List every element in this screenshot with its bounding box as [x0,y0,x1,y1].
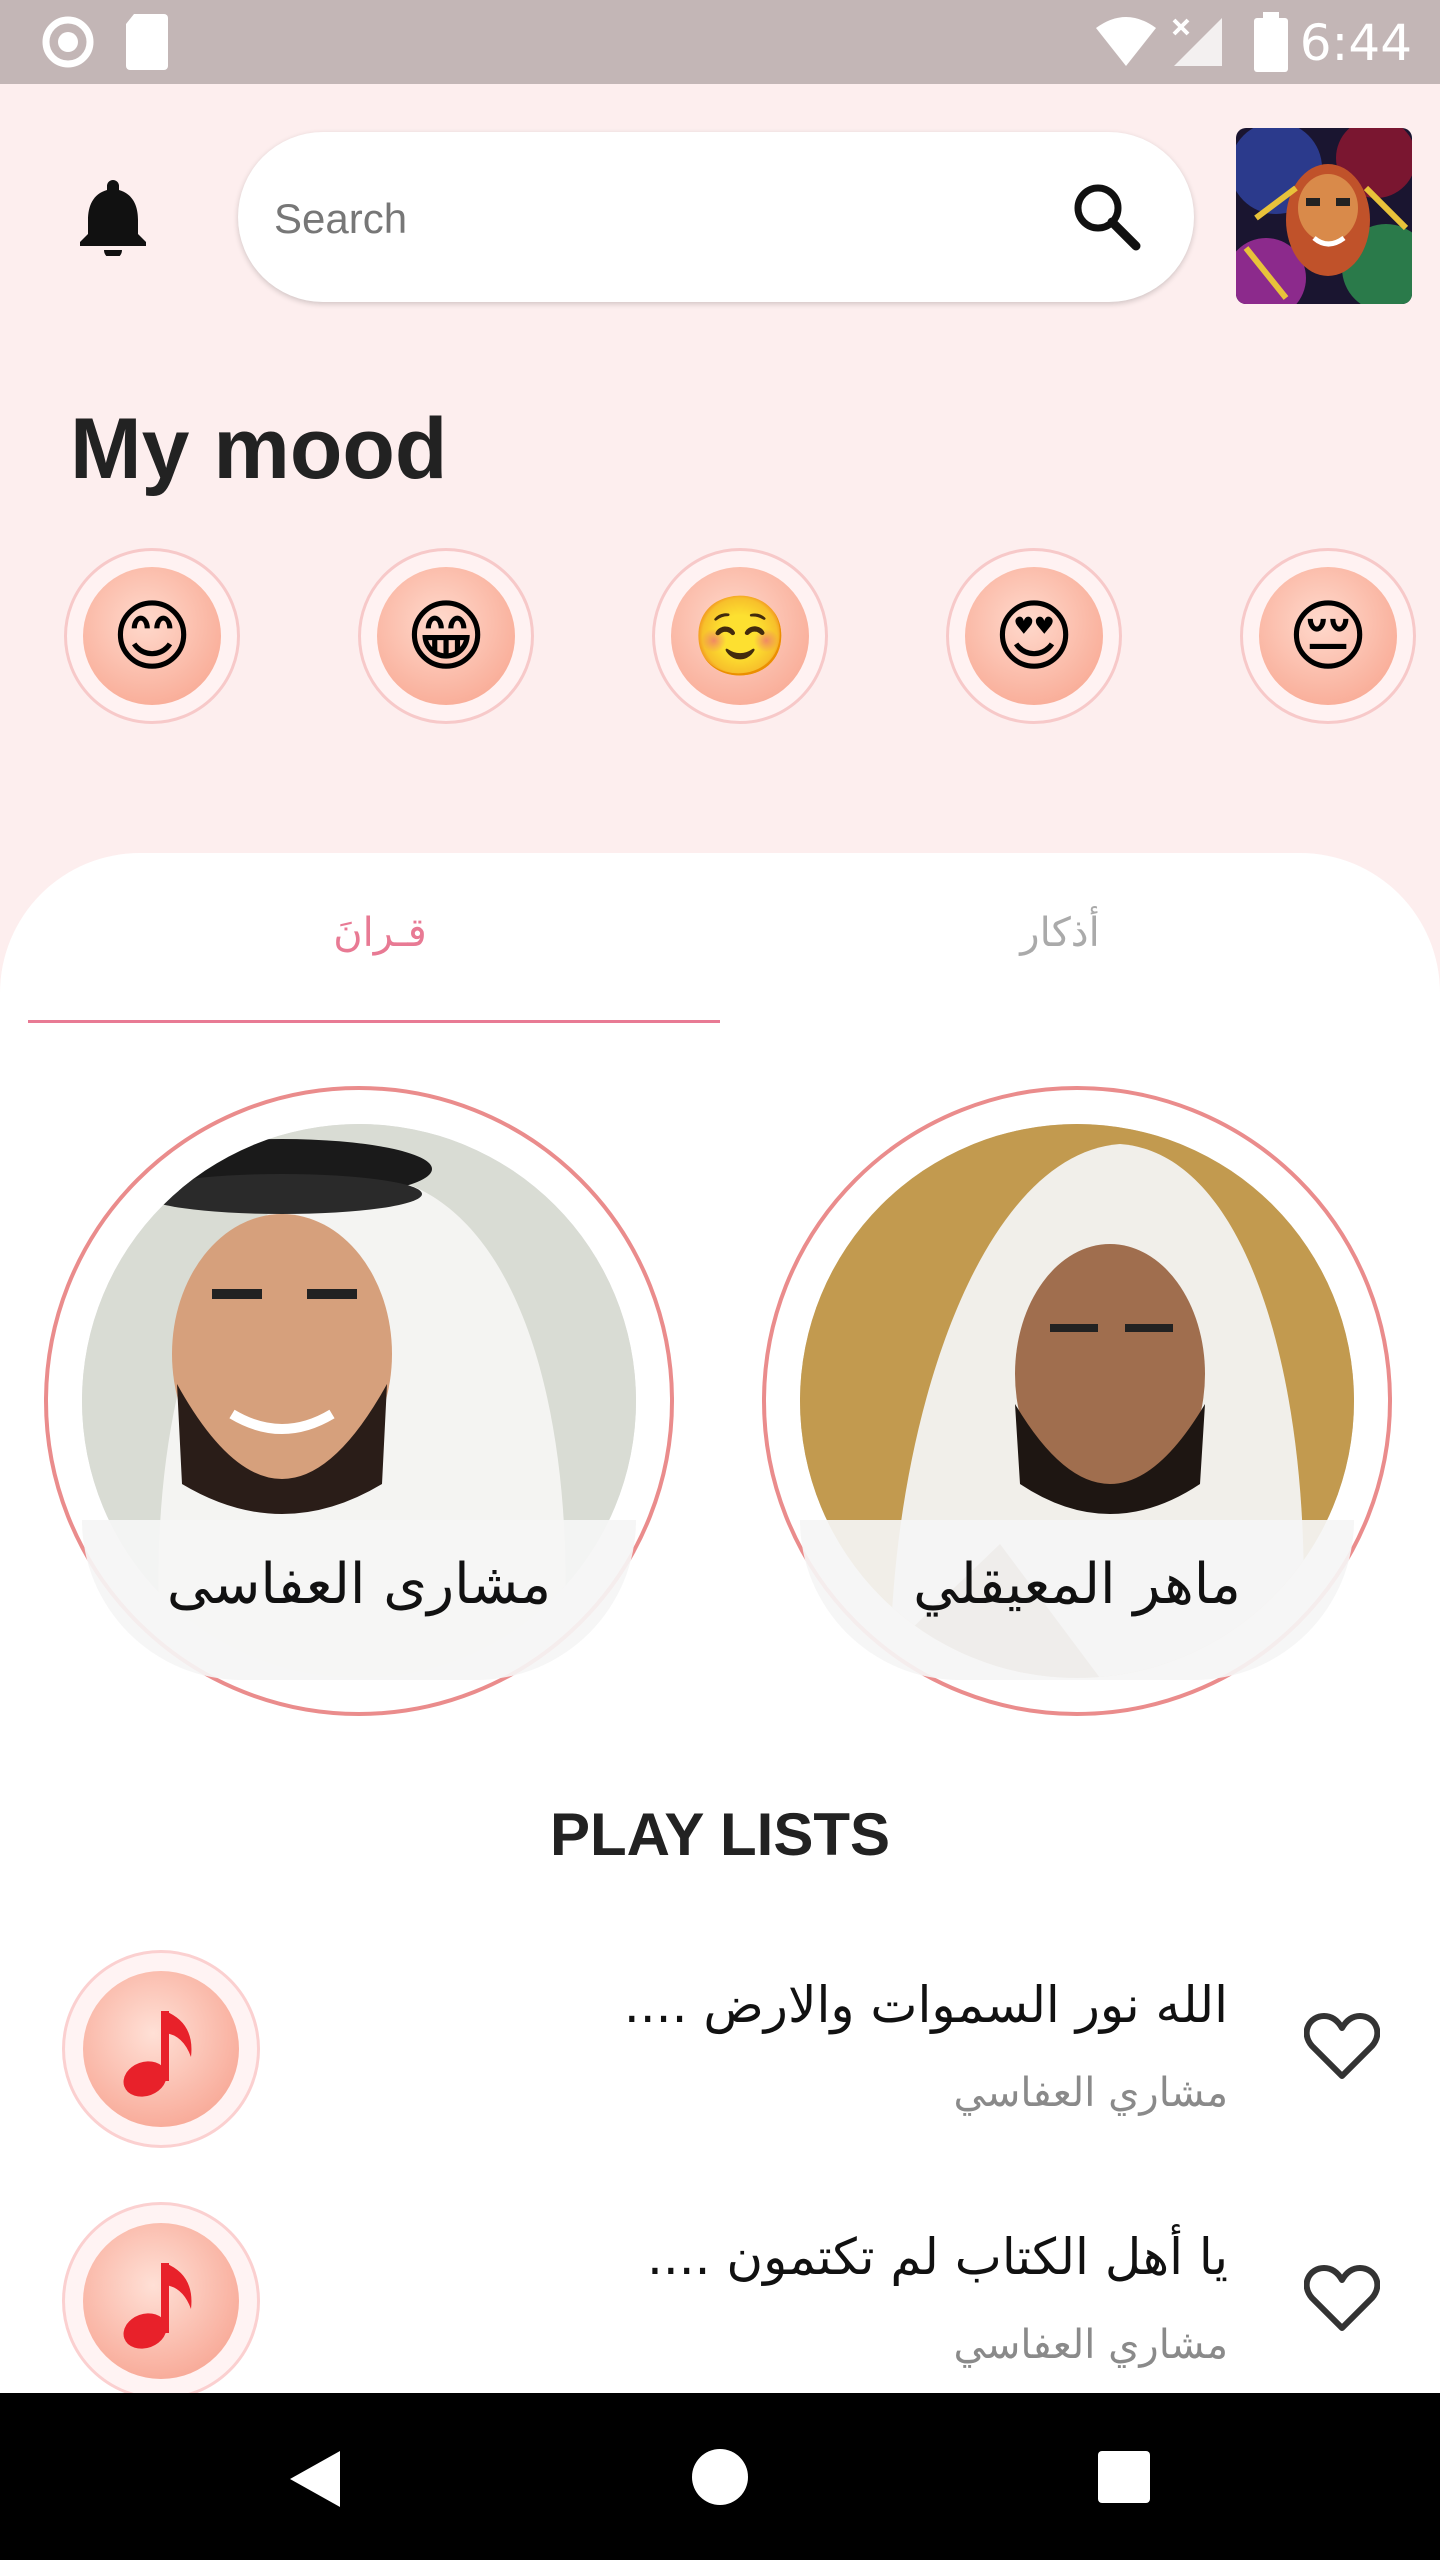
mood-content-button[interactable]: ☺️ [652,548,828,724]
search-icon[interactable] [1070,180,1144,254]
no-signal-icon [1172,18,1222,66]
mood-emoji: 😊 [111,592,193,680]
playlist-item-reciter: مشاري العفاسي [953,2070,1228,2116]
mood-love-button[interactable]: 😍 [946,548,1122,724]
avatar-artwork [1236,128,1412,304]
mood-sad-button[interactable]: 😔 [1240,548,1416,724]
mood-title: My mood [70,401,448,497]
status-time: 6:44 [1299,14,1412,72]
battery-icon [1254,12,1288,72]
profile-avatar[interactable] [1236,128,1412,304]
tab-quran[interactable]: قـرانَ [260,910,500,956]
navigation-bar [0,2393,1440,2560]
playlist-item-title[interactable]: يا أهل الكتاب لم تكتمون .... [647,2228,1228,2286]
mood-emoji: 😍 [993,592,1075,680]
sd-card-icon [126,14,168,70]
search-input[interactable] [272,182,1056,256]
sync-icon [42,16,94,68]
playlists-title: PLAY LISTS [549,1801,891,1868]
music-note-icon [123,2263,192,2349]
search-bar[interactable] [238,132,1194,302]
tab-indicator [28,1020,720,1023]
notification-bell-icon[interactable] [78,176,148,256]
reciter-name: مشارى العفاسى [82,1520,636,1680]
home-icon[interactable] [690,2447,750,2507]
favorite-heart-icon[interactable] [1304,2264,1380,2334]
recents-icon[interactable] [1096,2449,1152,2505]
tab-azkar[interactable]: أذكار [960,910,1160,956]
status-bar: 6:44 [0,0,1440,84]
playlist-item-title[interactable]: الله نور السموات والارض .... [624,1976,1228,2034]
music-note-icon [123,2011,192,2097]
favorite-heart-icon[interactable] [1304,2012,1380,2082]
reciter-name: ماهر المعيقلي [800,1520,1354,1680]
mood-emoji: ☺️ [691,592,789,680]
mood-emoji: 😔 [1287,592,1369,680]
playlist-icon[interactable] [62,1950,260,2148]
reciter-card-alafasy[interactable]: مشارى العفاسى [44,1086,674,1716]
reciter-card-muaiqly[interactable]: ماهر المعيقلي [762,1086,1392,1716]
mood-emoji: 😁 [405,592,487,680]
mood-happy-button[interactable]: 😊 [64,548,240,724]
playlist-item-reciter: مشاري العفاسي [953,2322,1228,2368]
wifi-icon [1096,17,1156,66]
back-icon[interactable] [286,2447,346,2511]
mood-grin-button[interactable]: 😁 [358,548,534,724]
playlist-icon[interactable] [62,2202,260,2400]
